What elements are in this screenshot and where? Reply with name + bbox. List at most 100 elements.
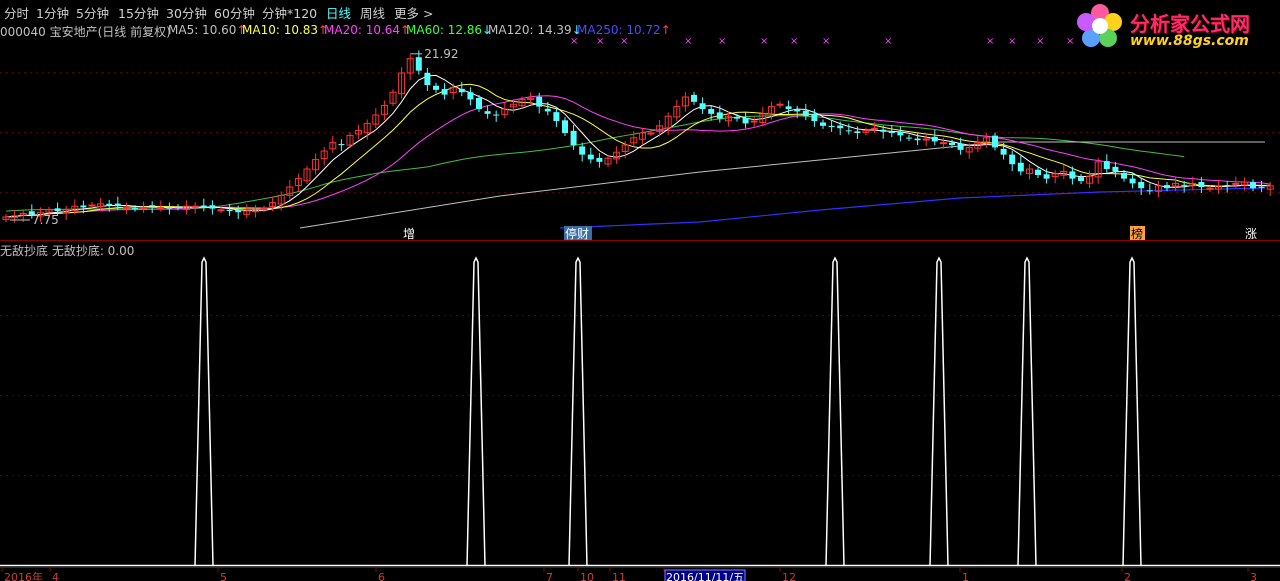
site-logo[interactable]: 分析家公式网 www.88gs.com xyxy=(1072,2,1272,52)
candle-body xyxy=(820,122,826,126)
candle-body xyxy=(570,130,577,146)
candle-body xyxy=(235,209,242,213)
flower-logo-icon xyxy=(1077,4,1122,47)
candle-body xyxy=(217,209,225,212)
candle-body xyxy=(260,208,268,211)
candle-body xyxy=(88,204,96,207)
period-tab-4[interactable]: 30分钟 xyxy=(166,3,207,22)
candle-body xyxy=(931,136,938,142)
ma60-line xyxy=(5,115,1185,212)
candle-body xyxy=(1043,174,1050,179)
period-tab-8[interactable]: 周线 xyxy=(360,3,385,22)
candle-body xyxy=(553,112,560,122)
candle-body xyxy=(579,146,586,155)
candle-body xyxy=(914,138,921,141)
period-tab-7[interactable]: 日线 xyxy=(326,3,351,22)
candle-body xyxy=(536,96,543,107)
candle-body xyxy=(828,125,835,128)
signal-x-marker: × xyxy=(760,36,768,47)
candle-body xyxy=(1121,172,1127,179)
period-tab-2[interactable]: 5分钟 xyxy=(76,3,109,22)
period-tab-1[interactable]: 1分钟 xyxy=(36,3,69,22)
candle-body xyxy=(544,108,551,112)
candle-body xyxy=(209,205,216,209)
candle-body xyxy=(716,112,723,119)
ma5-line xyxy=(5,74,1271,218)
date-label: 4 xyxy=(52,571,59,581)
candle-body xyxy=(493,114,500,116)
indicator-spike xyxy=(466,256,486,567)
indicator-label: 无敌抄底 无敌抄底: 0.00 xyxy=(0,244,135,258)
candle-body xyxy=(734,116,740,119)
period-tab-3[interactable]: 15分钟 xyxy=(118,3,159,22)
candle-body xyxy=(191,205,199,208)
candle-body xyxy=(441,89,448,95)
period-tab-9[interactable]: 更多 > xyxy=(394,3,433,22)
date-label: 11 xyxy=(612,571,626,581)
candle-body xyxy=(226,209,233,212)
date-label: 12 xyxy=(782,571,796,581)
event-marker-label: 增 xyxy=(403,227,415,241)
candle-body xyxy=(157,206,165,209)
candle-body xyxy=(54,208,61,212)
date-label: 2016年 xyxy=(4,570,43,581)
candle-body xyxy=(1181,184,1188,186)
period-tab-0[interactable]: 分时 xyxy=(4,3,29,22)
date-label: 2016/11/11/五 xyxy=(666,571,744,581)
indicator-spike xyxy=(929,256,949,567)
candle-body xyxy=(587,154,594,160)
date-label: 2 xyxy=(1124,571,1131,581)
candle-body xyxy=(897,131,904,136)
indicator-spike xyxy=(1122,256,1142,567)
candle-body xyxy=(166,207,173,209)
candle-body xyxy=(132,208,138,210)
candle-body xyxy=(922,138,930,141)
candle-body xyxy=(1224,185,1231,187)
chart-canvas[interactable]: 21.927.75× × × × × × × × × × × × ×增 停财榜涨2016年 4 5 6 7 10 11… xyxy=(0,0,1280,581)
date-label: 1 xyxy=(962,571,969,581)
candle-body xyxy=(880,129,887,132)
candle-body xyxy=(845,130,852,132)
indicator-spike xyxy=(568,256,588,567)
signal-x-marker: × xyxy=(620,36,628,47)
logo-url: www.88gs.com xyxy=(1130,33,1249,49)
date-label: 5 xyxy=(220,571,227,581)
signal-x-marker: × xyxy=(790,36,798,47)
candle-body xyxy=(1078,177,1084,182)
candle-body xyxy=(1009,154,1016,165)
date-label: 3 xyxy=(1250,571,1257,581)
candle-body xyxy=(424,72,431,86)
ma5-value: MA5: 10.60↑ xyxy=(168,23,247,37)
candle-body xyxy=(1164,185,1170,189)
candle-body xyxy=(114,203,121,207)
candle-body xyxy=(1146,190,1153,192)
period-tab-5[interactable]: 60分钟 xyxy=(214,3,255,22)
candle-body xyxy=(1017,162,1024,172)
candle-body xyxy=(957,143,964,150)
candle-body xyxy=(1103,161,1110,170)
candle-body xyxy=(200,205,207,208)
candle-body xyxy=(106,203,113,206)
candle-body xyxy=(1232,182,1240,185)
candle-body xyxy=(1129,178,1136,184)
candle-body xyxy=(175,207,181,209)
candle-body xyxy=(811,114,818,122)
indicator-spike xyxy=(825,256,845,567)
date-label: 10 xyxy=(580,571,594,581)
signal-x-marker: × xyxy=(596,36,604,47)
signal-x-marker: × xyxy=(884,36,892,47)
date-label: 6 xyxy=(378,571,385,581)
candle-body xyxy=(837,125,844,129)
candle-body xyxy=(467,92,474,100)
ma20-value: MA20: 10.64↑ xyxy=(324,23,411,37)
candle-body xyxy=(433,85,439,90)
event-marker-label: 榜 xyxy=(1131,226,1143,241)
candle-body xyxy=(750,120,758,123)
security-label: 000040 宝安地产(日线 前复权) xyxy=(0,25,171,39)
candle-body xyxy=(1035,169,1041,176)
ma20-line xyxy=(5,95,1271,218)
ma120-value: MA120: 14.39↓ xyxy=(488,23,582,37)
candle-body xyxy=(888,131,895,134)
date-label: 7 xyxy=(546,571,553,581)
period-tab-6[interactable]: 分钟*120 xyxy=(262,3,317,22)
